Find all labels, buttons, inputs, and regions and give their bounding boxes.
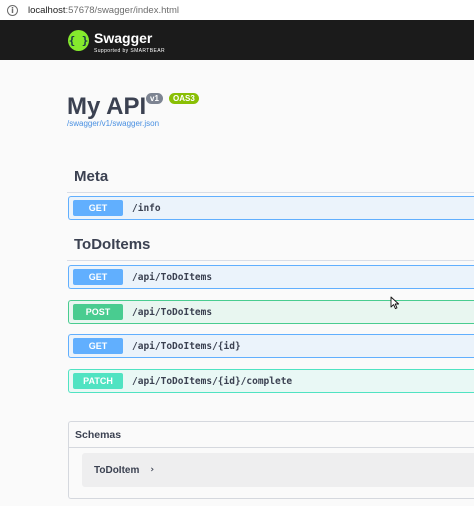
operation-get-todoitem-by-id[interactable]: GET /api/ToDoItems/{id}: [68, 334, 474, 358]
operation-get-info[interactable]: GET /info: [68, 196, 474, 220]
schemas-section: Schemas ToDoItem ›: [68, 421, 474, 499]
version-badge: v1: [146, 93, 163, 104]
swagger-topbar: { } Swagger Supported by SMARTBEAR: [0, 20, 474, 60]
operation-get-todoitems[interactable]: GET /api/ToDoItems: [68, 265, 474, 289]
operation-post-todoitems[interactable]: POST /api/ToDoItems: [68, 300, 474, 324]
method-badge: GET: [73, 338, 123, 354]
url-path: :57678/swagger/index.html: [65, 4, 180, 16]
operation-path: /info: [132, 202, 161, 214]
method-badge: POST: [73, 304, 123, 320]
chevron-right-icon[interactable]: ›: [150, 465, 154, 475]
tag-divider: [67, 260, 474, 261]
browser-address-bar: i localhost:57678/swagger/index.html: [0, 0, 474, 20]
url-host: localhost: [28, 4, 66, 16]
tag-meta[interactable]: Meta: [74, 168, 108, 185]
method-badge: PATCH: [73, 373, 123, 389]
oas-badge: OAS3: [169, 93, 199, 104]
method-badge: GET: [73, 269, 123, 285]
info-icon[interactable]: i: [7, 4, 18, 16]
operation-path: /api/ToDoItems/{id}: [132, 340, 241, 352]
schemas-title[interactable]: Schemas: [75, 429, 121, 441]
operation-path: /api/ToDoItems/{id}/complete: [132, 375, 293, 387]
operation-path: /api/ToDoItems: [132, 306, 213, 318]
tag-todoitems[interactable]: ToDoItems: [74, 236, 150, 253]
method-badge: GET: [73, 200, 123, 216]
model-todoitem[interactable]: ToDoItem ›: [82, 453, 474, 487]
api-title: My API: [67, 93, 147, 120]
swagger-logo-icon[interactable]: { }: [68, 30, 89, 51]
address-url[interactable]: localhost:57678/swagger/index.html: [28, 5, 179, 16]
mouse-cursor-icon: [390, 296, 400, 310]
schemas-divider: [69, 447, 474, 448]
operation-path: /api/ToDoItems: [132, 271, 213, 283]
swagger-brand[interactable]: Swagger: [94, 30, 152, 46]
swagger-tagline: Supported by SMARTBEAR: [94, 48, 165, 54]
model-name: ToDoItem: [94, 464, 140, 476]
tag-divider: [67, 192, 474, 193]
spec-json-link[interactable]: /swagger/v1/swagger.json: [67, 119, 159, 128]
operation-patch-complete[interactable]: PATCH /api/ToDoItems/{id}/complete: [68, 369, 474, 393]
